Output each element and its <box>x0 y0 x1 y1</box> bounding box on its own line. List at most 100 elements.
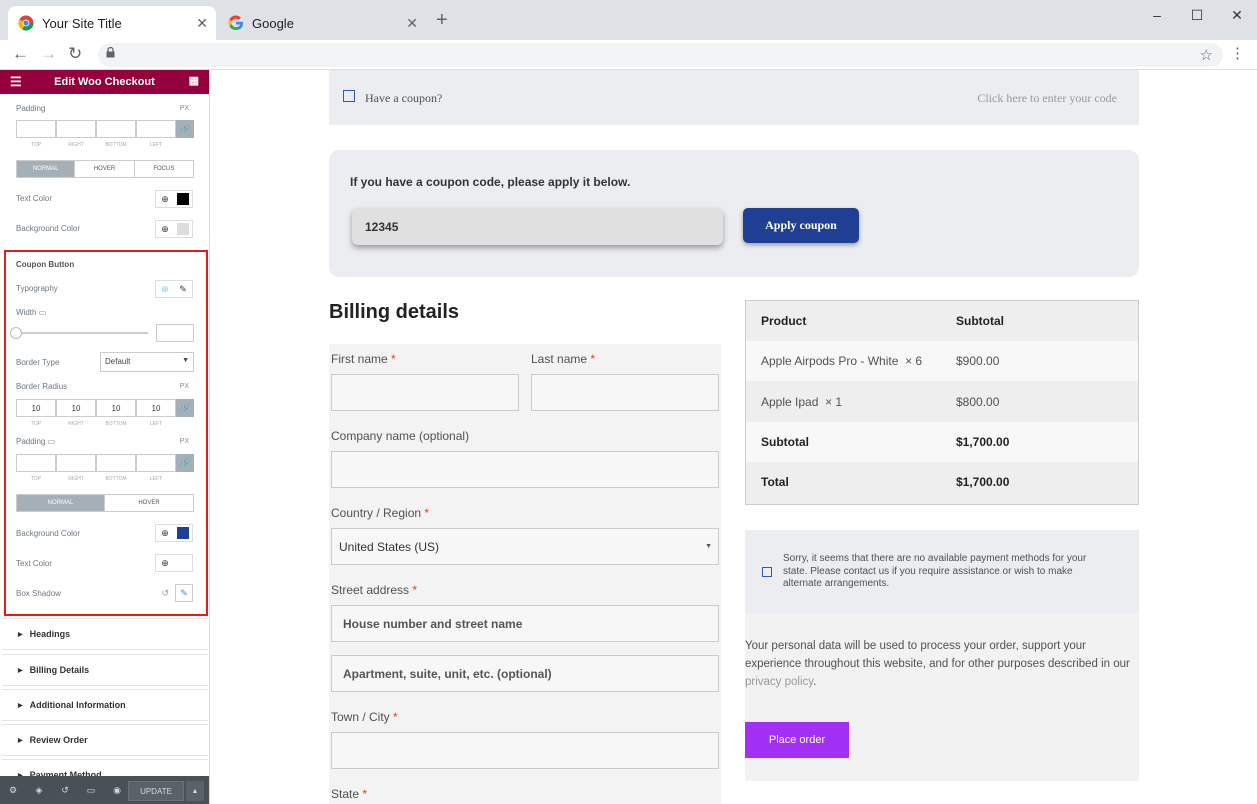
first-name-input[interactable] <box>331 374 519 411</box>
label-text: First name <box>331 352 388 366</box>
background-color-control[interactable]: ⊕ <box>155 220 193 238</box>
close-tab-icon[interactable]: ✕ <box>196 15 208 32</box>
layers-icon[interactable]: ◈ <box>26 785 52 796</box>
color-swatch[interactable] <box>174 221 192 237</box>
update-button[interactable]: UPDATE <box>128 781 184 801</box>
enter-coupon-link[interactable]: Click here to enter your code <box>977 91 1117 106</box>
privacy-policy-link[interactable]: privacy policy <box>745 676 813 688</box>
minimize-icon[interactable]: – <box>1137 0 1177 30</box>
desktop-icon[interactable]: ▭ <box>48 437 56 446</box>
address-bar[interactable]: ☆ <box>98 43 1223 67</box>
globe-icon[interactable]: ⊕ <box>156 555 174 571</box>
settings-icon[interactable]: ⚙ <box>0 785 26 796</box>
box-shadow-control: ↺ ✎ <box>161 584 193 602</box>
tab-normal[interactable]: NORMAL <box>17 495 105 511</box>
radius-right-input[interactable]: 10 <box>56 399 96 417</box>
width-slider-handle[interactable] <box>10 327 22 339</box>
reload-icon[interactable]: ↻ <box>68 44 82 64</box>
menu-kebab-icon[interactable]: ⋮ <box>1230 46 1245 62</box>
globe-icon[interactable]: ⊕ <box>156 191 174 207</box>
width-slider[interactable] <box>16 332 148 334</box>
padding-top-input[interactable] <box>16 454 56 472</box>
border-type-select[interactable]: Default ▼ <box>100 352 194 372</box>
color-swatch[interactable] <box>174 555 192 571</box>
tab-google[interactable]: Google ✕ <box>218 6 426 40</box>
maximize-icon[interactable]: ☐ <box>1177 0 1217 30</box>
forward-icon[interactable]: → <box>40 44 57 64</box>
coupon-code-input[interactable]: 12345 <box>352 208 723 245</box>
close-window-icon[interactable]: ✕ <box>1217 0 1257 30</box>
button-text-color-label: Text Color <box>16 559 53 568</box>
link-values-icon[interactable]: 🔗 <box>176 120 194 138</box>
padding-top-input[interactable] <box>16 120 56 138</box>
last-name-label: Last name * <box>531 352 595 366</box>
label-text: Town / City <box>331 710 390 724</box>
label-text: Country / Region <box>331 506 422 520</box>
radius-top-input[interactable]: 10 <box>16 399 56 417</box>
tab-focus[interactable]: FOCUS <box>135 161 193 177</box>
edit-pencil-icon[interactable]: ✎ <box>174 281 192 297</box>
padding-bottom-input[interactable] <box>96 454 136 472</box>
last-name-input[interactable] <box>531 374 719 411</box>
chevron-up-icon[interactable]: ▲ <box>186 781 204 801</box>
padding-left-input[interactable] <box>136 454 176 472</box>
section-billing-details[interactable]: ▶ Billing Details <box>2 654 208 686</box>
globe-icon[interactable]: ⊕ <box>156 221 174 237</box>
unit-selector[interactable]: PX <box>180 383 189 390</box>
tab-normal[interactable]: NORMAL <box>17 161 76 177</box>
section-review-order[interactable]: ▶ Review Order <box>2 724 208 756</box>
radius-left-input[interactable]: 10 <box>136 399 176 417</box>
dim-bottom-label: BOTTOM <box>105 476 127 482</box>
table-row: Apple Ipad × 1 $800.00 <box>746 382 1138 422</box>
close-tab-icon[interactable]: ✕ <box>406 15 418 32</box>
section-additional-information[interactable]: ▶ Additional Information <box>2 689 208 721</box>
desktop-icon[interactable]: ▭ <box>39 308 47 317</box>
link-values-icon[interactable]: 🔗 <box>176 399 194 417</box>
browser-toolbar: ← → ↻ ☆ ⋮ <box>0 40 1257 70</box>
typography-control[interactable]: ⊕ ✎ <box>155 280 193 298</box>
responsive-icon[interactable]: ▭ <box>78 785 104 796</box>
link-values-icon[interactable]: 🔗 <box>176 454 194 472</box>
section-headings[interactable]: ▶ Headings <box>2 618 208 650</box>
unit-selector[interactable]: PX <box>180 438 189 445</box>
tab-your-site-title[interactable]: Your Site Title ✕ <box>8 6 216 40</box>
button-background-color-control[interactable]: ⊕ <box>155 524 193 542</box>
widgets-grid-icon[interactable]: ▦ <box>189 74 199 87</box>
city-input[interactable] <box>331 732 719 769</box>
globe-icon[interactable]: ⊕ <box>156 281 174 297</box>
product-name: Apple Ipad <box>761 395 819 409</box>
tab-hover[interactable]: HOVER <box>75 161 135 177</box>
hamburger-icon[interactable]: ☰ <box>10 74 22 90</box>
order-review-table: Product Subtotal Apple Airpods Pro - Whi… <box>745 300 1139 505</box>
color-swatch[interactable] <box>174 525 192 541</box>
place-order-button[interactable]: Place order <box>745 722 849 758</box>
color-swatch[interactable] <box>174 191 192 207</box>
edit-pencil-icon[interactable]: ✎ <box>175 584 193 602</box>
box-shadow-label: Box Shadow <box>16 589 61 598</box>
tab-hover[interactable]: HOVER <box>105 495 193 511</box>
padding-bottom-input[interactable] <box>96 120 136 138</box>
country-select[interactable]: United States (US) ▼ <box>331 528 719 565</box>
width-input[interactable] <box>156 324 194 342</box>
reset-icon[interactable]: ↺ <box>161 588 169 599</box>
button-padding-label: Padding ▭ <box>16 437 55 446</box>
button-text-color-control[interactable]: ⊕ <box>155 554 193 572</box>
back-icon[interactable]: ← <box>12 44 29 64</box>
subtotal-value: $1,700.00 <box>956 435 1010 449</box>
company-input[interactable] <box>331 451 719 488</box>
street-address-input[interactable]: House number and street name <box>331 605 719 642</box>
new-tab-icon[interactable]: + <box>436 10 448 30</box>
unit-selector[interactable]: PX <box>180 105 189 112</box>
padding-right-input[interactable] <box>56 454 96 472</box>
padding-left-input[interactable] <box>136 120 176 138</box>
bookmark-star-icon[interactable]: ☆ <box>1200 46 1213 64</box>
history-icon[interactable]: ↺ <box>52 785 78 796</box>
text-color-control[interactable]: ⊕ <box>155 190 193 208</box>
radius-bottom-input[interactable]: 10 <box>96 399 136 417</box>
apply-coupon-button[interactable]: Apply coupon <box>743 208 859 243</box>
street-address-2-input[interactable]: Apartment, suite, unit, etc. (optional) <box>331 655 719 692</box>
total-row: Total $1,700.00 <box>746 462 1138 502</box>
preview-eye-icon[interactable]: ◉ <box>104 785 130 796</box>
padding-right-input[interactable] <box>56 120 96 138</box>
globe-icon[interactable]: ⊕ <box>156 525 174 541</box>
